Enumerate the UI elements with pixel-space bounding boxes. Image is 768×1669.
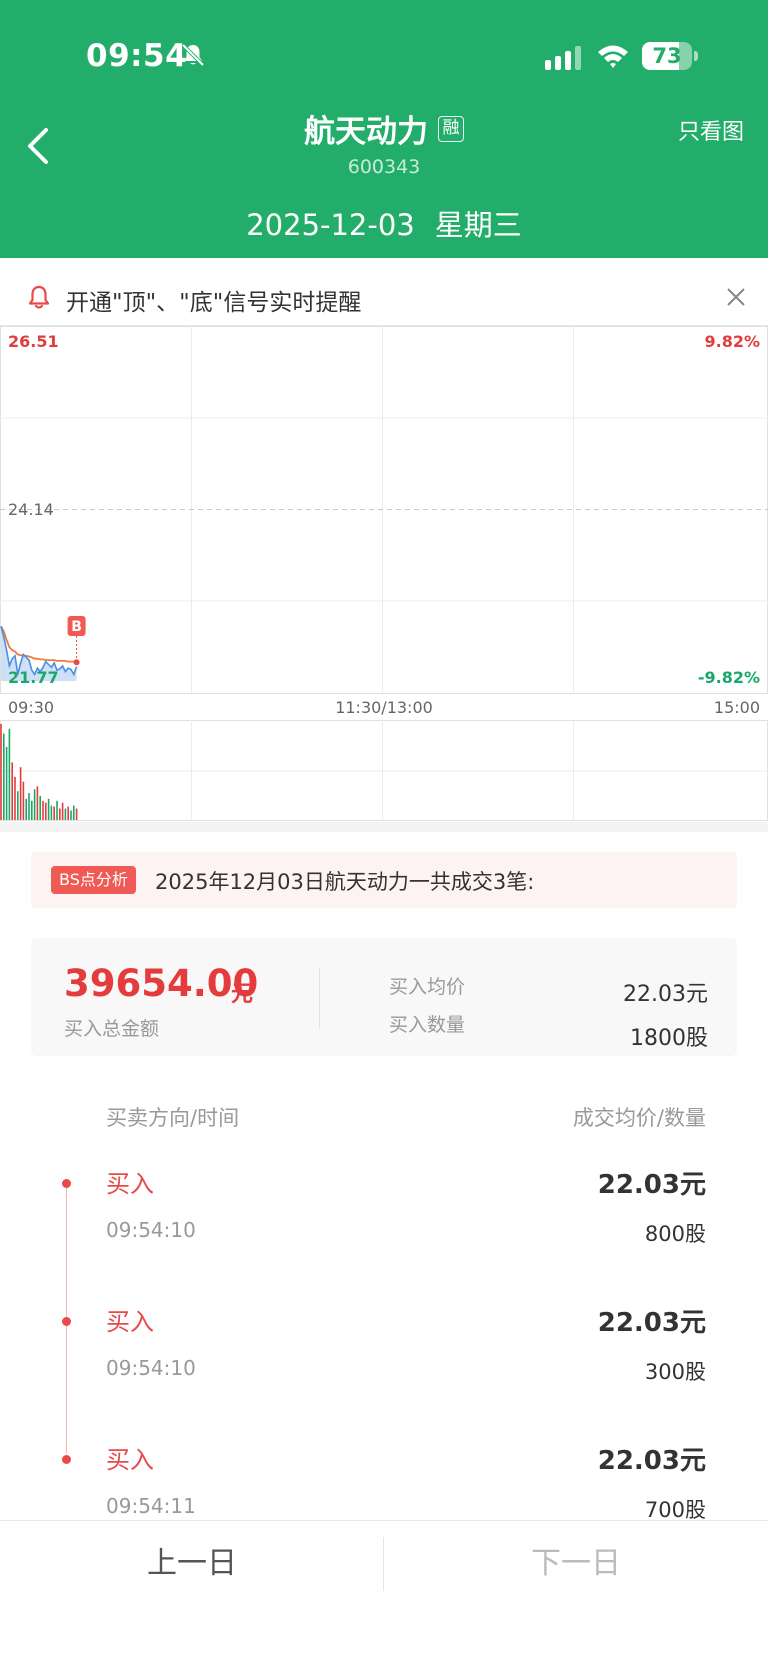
volume-bar (22, 781, 25, 820)
volume-bar (25, 798, 27, 820)
trade-price: 22.03元 (597, 1170, 706, 1200)
volume-bar (53, 806, 55, 820)
bs-analysis: BS点分析 2025年12月03日航天动力一共成交3笔: (31, 852, 737, 908)
wifi-icon (598, 45, 628, 68)
next-day-button[interactable]: 下一日 (384, 1521, 768, 1607)
trade-time: 09:54:11 (106, 1494, 196, 1518)
trade-price: 22.03元 (597, 1308, 706, 1338)
price-mid-label: 24.14 (8, 500, 54, 519)
volume-bar (64, 808, 67, 820)
volume-bar (39, 796, 41, 820)
battery-percent: 73 (652, 44, 682, 68)
alert-text: 开通"顶"、"底"信号实时提醒 (66, 290, 362, 316)
trade-row: 买入 22.03元 09:54:10 800股 (0, 1164, 768, 1284)
buy-marker-dot (73, 659, 80, 666)
prev-day-button[interactable]: 上一日 (0, 1521, 384, 1607)
avg-price-value: 22.03元 (623, 982, 708, 1007)
volume-bar (59, 808, 61, 820)
page: 09:54 73 航天动力 融 600343 只看图 2025-12-03 星期… (0, 0, 768, 1669)
volume-bar (61, 802, 64, 820)
date-line: 2025-12-03 星期三 (0, 202, 768, 244)
volume-bar (75, 808, 78, 820)
bottom-nav: 上一日 下一日 (0, 1520, 768, 1669)
buy-summary: 39654.00 元 买入总金额 买入均价 买入数量 22.03元 1800股 (31, 938, 737, 1056)
margin-badge: 融 (438, 115, 464, 142)
volume-bar (31, 800, 33, 820)
volume-bar (56, 800, 58, 820)
trade-time: 09:54:10 (106, 1218, 196, 1242)
stock-code: 600343 (347, 156, 421, 178)
bell-icon (28, 285, 50, 309)
trade-row: 买入 22.03元 09:54:10 300股 (0, 1302, 768, 1422)
volume-bar (14, 776, 16, 820)
timeline-dot (62, 1317, 71, 1326)
trade-direction: 买入 (106, 1308, 154, 1336)
bell-off-icon (181, 43, 205, 67)
stock-title: 航天动力 融 (0, 106, 768, 151)
volume-bar (0, 724, 2, 820)
trade-direction: 买入 (106, 1170, 154, 1198)
battery-icon: 73 (642, 42, 698, 70)
trades-header-left: 买卖方向/时间 (106, 1106, 240, 1130)
pct-high-label: 9.82% (704, 332, 760, 351)
summary-divider (319, 968, 320, 1028)
qty-label: 买入数量 (389, 1014, 466, 1036)
volume-bar (45, 802, 47, 820)
volume-bar (3, 733, 5, 820)
timeline-dot (62, 1179, 71, 1188)
volume-bar (67, 806, 69, 820)
volume-bar (11, 762, 13, 820)
trade-qty: 800股 (644, 1222, 706, 1246)
buy-marker-label: B (71, 619, 82, 635)
total-amount: 39654.00 (64, 962, 259, 1005)
total-amount-label: 买入总金额 (64, 1018, 160, 1040)
trade-price: 22.03元 (597, 1446, 706, 1476)
x-tick-mid: 11:30/13:00 (335, 698, 433, 717)
volume-bar (28, 793, 30, 820)
timeline-dot (62, 1455, 71, 1464)
intraday-chart[interactable]: B 26.51 9.82% 24.14 21.77 -9.82% 09:30 1… (0, 326, 768, 822)
total-amount-unit: 元 (231, 982, 254, 1007)
date: 2025-12-03 (246, 208, 415, 242)
volume-bar (8, 728, 11, 820)
header: 09:54 73 航天动力 融 600343 只看图 2025-12-03 星期… (0, 0, 768, 258)
x-tick-end: 15:00 (713, 698, 760, 717)
close-icon[interactable] (724, 285, 748, 309)
qty-value: 1800股 (630, 1026, 708, 1051)
section-divider (0, 822, 768, 832)
bs-summary-text: 2025年12月03日航天动力一共成交3笔: (155, 870, 535, 894)
bs-tag: BS点分析 (51, 866, 136, 894)
weekday: 星期三 (434, 208, 522, 242)
volume-bar (47, 798, 50, 820)
volume-bar (42, 800, 44, 820)
volume-bar (33, 789, 36, 820)
volume-bar (19, 767, 22, 820)
volume-bar (73, 805, 75, 820)
signal-icon (545, 46, 581, 70)
price-high-label: 26.51 (8, 332, 59, 351)
chart-canvas: B (0, 326, 768, 821)
status-time: 09:54 (86, 38, 188, 74)
pct-low-label: -9.82% (697, 668, 760, 687)
avg-price-label: 买入均价 (389, 976, 466, 998)
only-chart-button[interactable]: 只看图 (678, 114, 744, 146)
trade-time: 09:54:10 (106, 1356, 196, 1380)
volume-bar (50, 805, 53, 820)
volume-bar (36, 786, 39, 820)
trade-direction: 买入 (106, 1446, 154, 1474)
trades-header-right: 成交均价/数量 (572, 1106, 706, 1130)
stock-name: 航天动力 (304, 114, 428, 150)
volume-bar (70, 810, 72, 820)
price-low-label: 21.77 (8, 668, 59, 687)
signal-alert-bar[interactable]: 开通"顶"、"底"信号实时提醒 (0, 268, 768, 326)
volume-bar (5, 747, 8, 820)
volume-bar (17, 791, 19, 820)
trade-qty: 300股 (644, 1360, 706, 1384)
